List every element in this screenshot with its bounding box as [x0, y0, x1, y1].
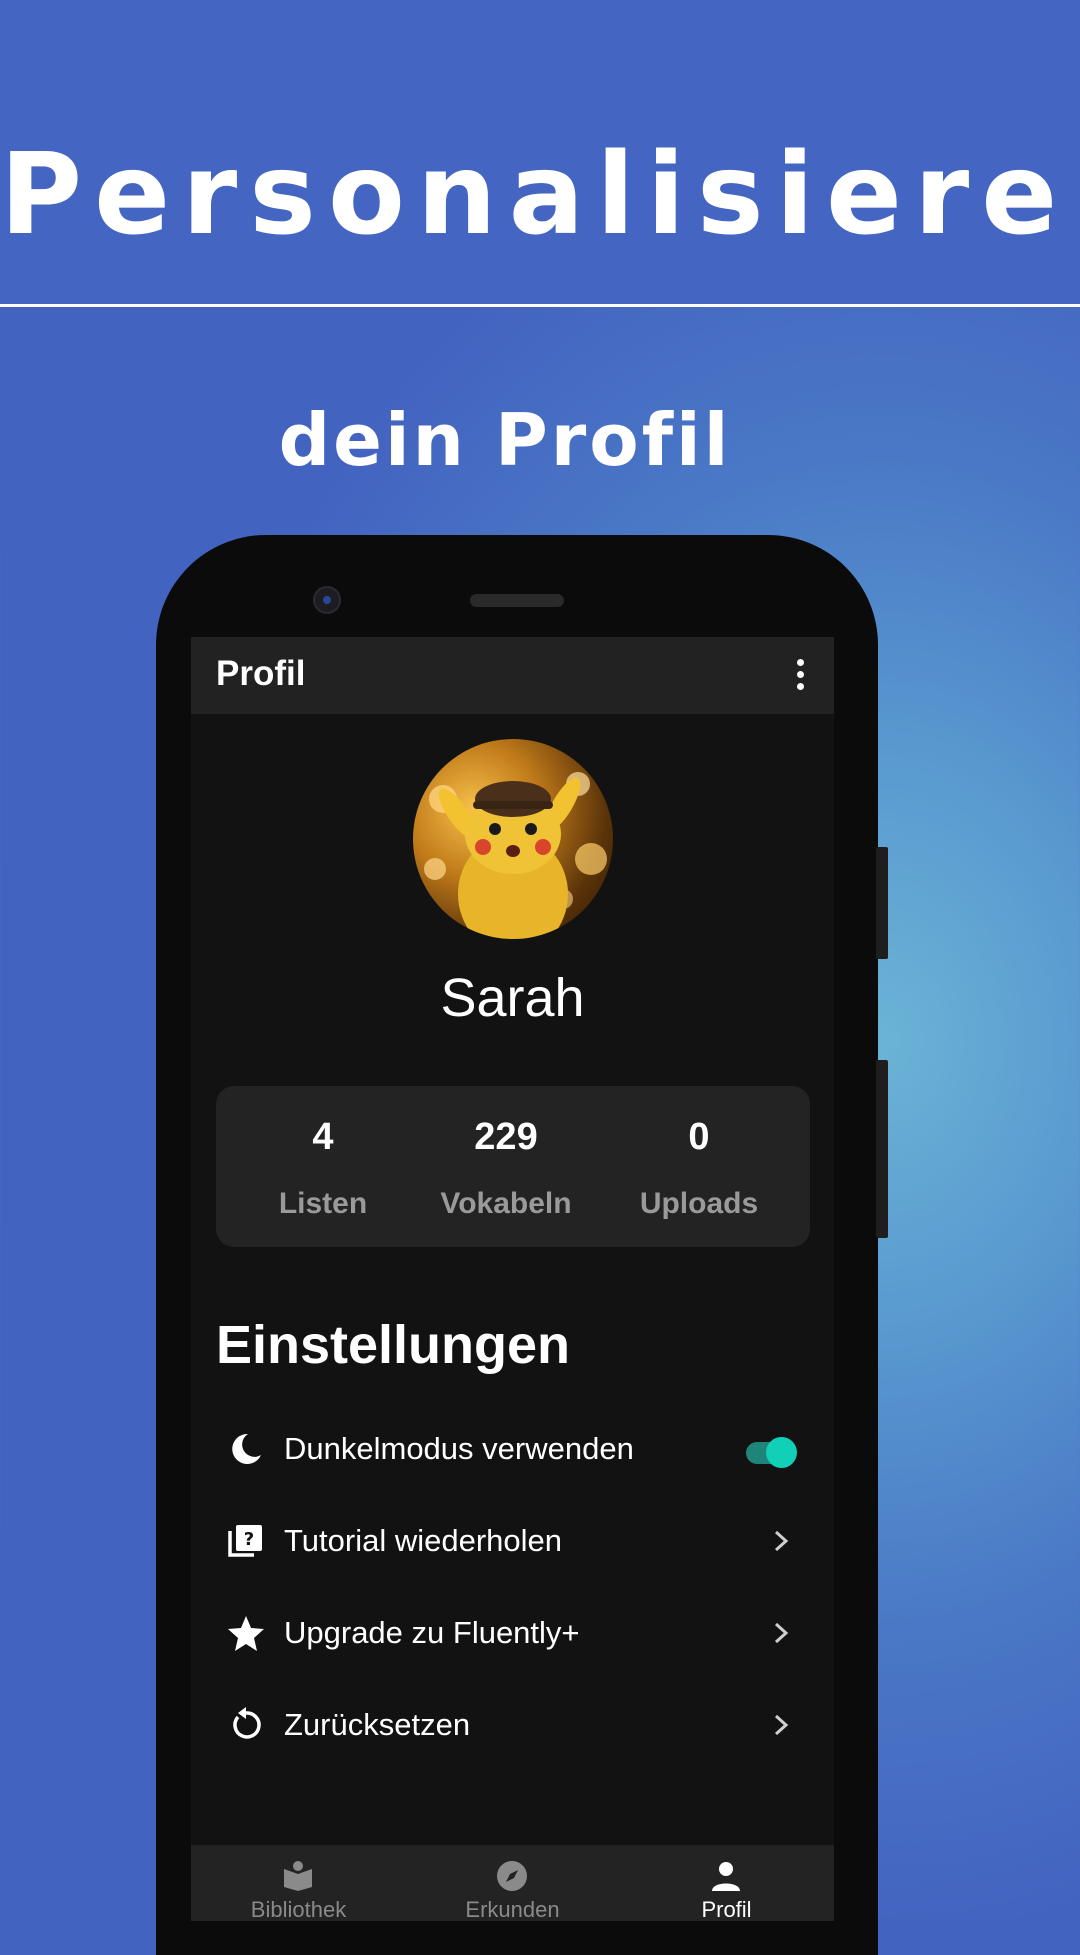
- nav-item-explore[interactable]: Erkunden: [405, 1845, 620, 1921]
- avatar[interactable]: [413, 739, 613, 939]
- reset-icon: [233, 1707, 261, 1739]
- chevron-right-icon: [774, 1714, 789, 1736]
- promo-subline: dein Profil: [278, 398, 732, 482]
- compass-icon: [497, 1861, 527, 1891]
- settings-item-upgrade[interactable]: Upgrade zu Fluently+: [216, 1593, 810, 1673]
- nav-item-library[interactable]: Bibliothek: [191, 1845, 406, 1921]
- book-icon: [284, 1861, 312, 1891]
- settings-item-label: Upgrade zu Fluently+: [284, 1615, 580, 1650]
- nav-label: Profil: [701, 1897, 752, 1921]
- chevron-right-icon: [774, 1622, 789, 1644]
- app-screen: Profil Sarah 4 Listen 229 Vokabeln 0 Upl…: [191, 637, 834, 1921]
- profile-name: Sarah: [440, 968, 585, 1028]
- settings-item-label: Dunkelmodus verwenden: [284, 1431, 634, 1466]
- promo-divider: [0, 304, 1080, 307]
- moon-icon: [232, 1433, 261, 1464]
- pikachu-avatar-image: [424, 772, 607, 939]
- stat-value: 4: [312, 1116, 334, 1158]
- stat-label: Vokabeln: [440, 1187, 572, 1220]
- stat-value: 0: [688, 1116, 710, 1158]
- camera-icon: [313, 586, 341, 614]
- dark-mode-toggle[interactable]: [746, 1437, 797, 1468]
- settings-item-tutorial[interactable]: ? Tutorial wiederholen: [216, 1501, 810, 1581]
- app-bar: Profil: [191, 637, 834, 714]
- stat-label: Uploads: [639, 1187, 759, 1220]
- stat-uploads: 0 Uploads: [604, 1116, 794, 1221]
- bottom-navigation: Bibliothek Erkunden Profil: [191, 1845, 834, 1921]
- settings-item-reset[interactable]: Zurücksetzen: [216, 1685, 810, 1765]
- stat-lists: 4 Listen: [228, 1116, 418, 1221]
- nav-label: Erkunden: [465, 1897, 560, 1921]
- quiz-icon: ?: [228, 1525, 262, 1557]
- phone-side-button: [876, 847, 888, 959]
- settings-item-dark-mode[interactable]: Dunkelmodus verwenden: [216, 1409, 810, 1489]
- nav-label: Bibliothek: [250, 1897, 347, 1921]
- page-title: Profil: [216, 654, 306, 693]
- promo-headline: Personalisiere: [0, 130, 1070, 260]
- settings-title: Einstellungen: [216, 1315, 571, 1375]
- phone-volume-button: [876, 1060, 888, 1238]
- svg-text:?: ?: [244, 1529, 254, 1550]
- nav-item-profile[interactable]: Profil: [619, 1845, 834, 1921]
- chevron-right-icon: [774, 1530, 789, 1552]
- stats-card: 4 Listen 229 Vokabeln 0 Uploads: [216, 1086, 810, 1247]
- settings-item-label: Tutorial wiederholen: [284, 1523, 563, 1558]
- phone-speaker: [470, 594, 564, 607]
- star-icon: [228, 1616, 264, 1651]
- stat-value: 229: [474, 1116, 538, 1158]
- stat-vocab: 229 Vokabeln: [411, 1116, 601, 1221]
- person-icon: [712, 1862, 740, 1891]
- settings-item-label: Zurücksetzen: [284, 1707, 471, 1742]
- stat-label: Listen: [278, 1187, 368, 1220]
- more-options-icon[interactable]: [796, 659, 806, 693]
